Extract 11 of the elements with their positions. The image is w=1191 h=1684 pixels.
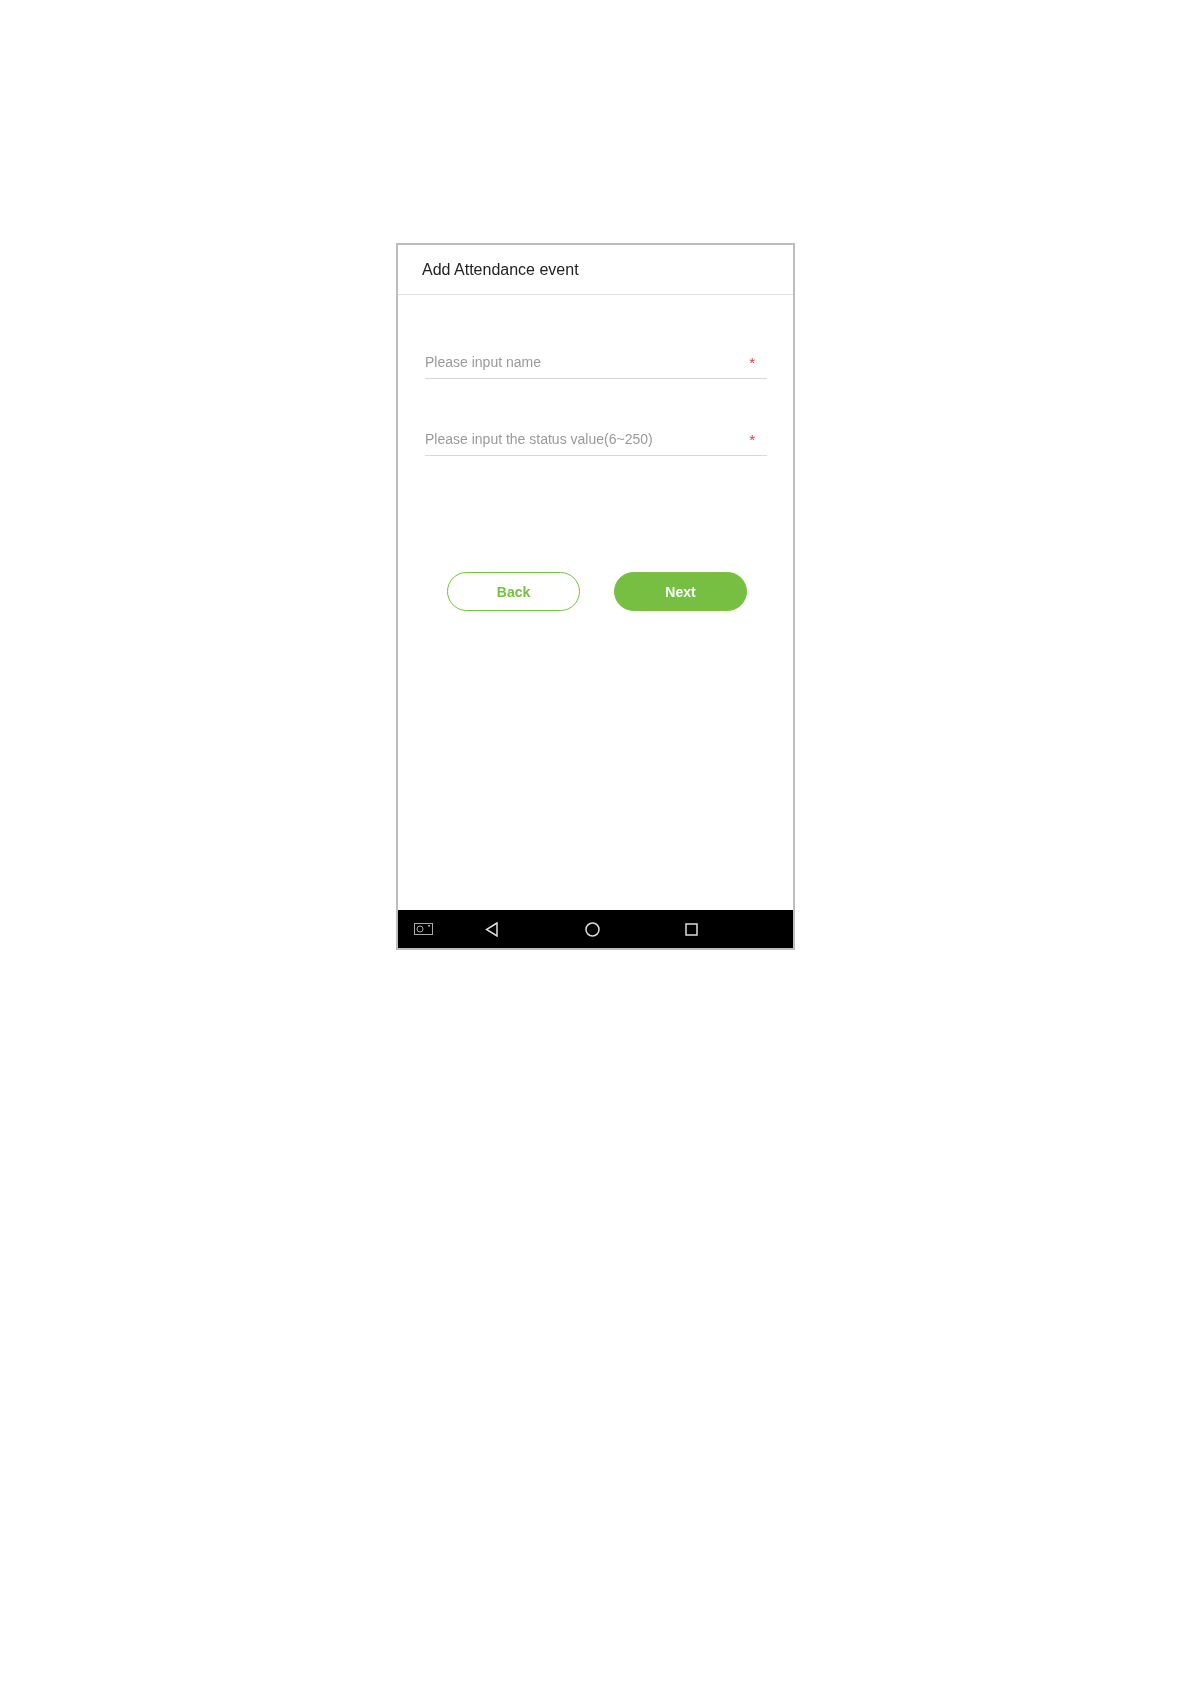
input-field[interactable]: Please input the status value(6~250) xyxy=(425,431,750,447)
required-mark: * xyxy=(749,353,755,371)
home-icon[interactable] xyxy=(585,921,600,937)
camera-icon[interactable] xyxy=(414,923,433,935)
next-button[interactable]: Next xyxy=(614,572,747,611)
screen-title: Add Attendance event xyxy=(422,260,579,279)
back-icon[interactable] xyxy=(485,921,498,937)
input-field[interactable]: Please input name xyxy=(425,354,750,370)
recents-icon[interactable] xyxy=(685,922,698,936)
back-button[interactable]: Back xyxy=(447,572,580,611)
required-mark: * xyxy=(749,430,755,448)
